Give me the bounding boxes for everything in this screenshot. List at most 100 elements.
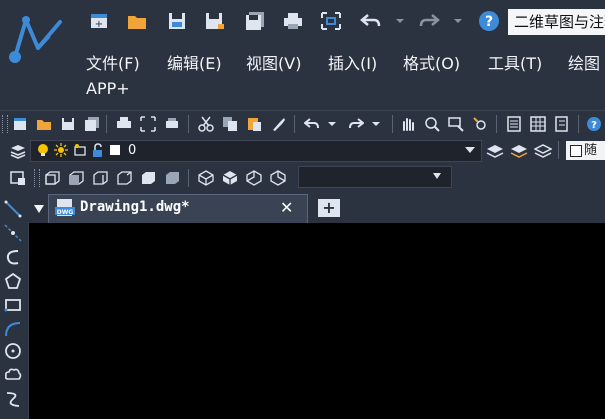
polygon-icon[interactable] (4, 272, 22, 290)
redo-dropdown-icon[interactable] (450, 8, 466, 34)
circle-icon[interactable] (4, 342, 22, 360)
menu-app[interactable]: APP+ (86, 79, 130, 98)
construction-line-icon[interactable] (4, 224, 22, 242)
line-icon[interactable] (4, 200, 22, 218)
svg-text:?: ? (591, 120, 597, 131)
redo-icon[interactable] (348, 116, 364, 132)
paste-icon[interactable] (246, 116, 262, 132)
save-all-icon[interactable] (242, 8, 268, 34)
polyline-icon[interactable] (4, 248, 22, 266)
dwg-file-icon: DWG (55, 199, 75, 216)
print-icon[interactable] (116, 116, 132, 132)
menu-insert[interactable]: 插入(I) (328, 50, 377, 74)
menu-file[interactable]: 文件(F) (86, 50, 140, 74)
save-all-icon[interactable] (84, 116, 100, 132)
new-tab-button[interactable]: + (318, 199, 340, 217)
separator (392, 115, 393, 133)
toolbar-grip[interactable] (2, 115, 8, 133)
rectangle-icon[interactable] (4, 296, 22, 314)
nw-isometric-icon[interactable] (270, 170, 286, 186)
back-view-icon[interactable] (164, 170, 180, 186)
viewport-freeze-icon[interactable] (73, 143, 87, 157)
color-swatch (570, 145, 582, 157)
unlock-icon[interactable] (91, 143, 105, 157)
menu-edit[interactable]: 编辑(E) (167, 50, 222, 74)
redo-icon[interactable] (416, 8, 442, 34)
left-view-icon[interactable] (92, 170, 108, 186)
plot-icon[interactable] (164, 116, 180, 132)
front-view-icon[interactable] (140, 170, 156, 186)
svg-text:+: + (95, 19, 103, 30)
zoom-window-icon[interactable] (448, 116, 464, 132)
se-isometric-icon[interactable] (222, 170, 238, 186)
cut-icon[interactable] (198, 116, 214, 132)
open-folder-icon[interactable] (36, 116, 52, 132)
save-as-icon[interactable] (202, 8, 228, 34)
chevron-down-icon[interactable] (464, 145, 476, 155)
zoom-previous-icon[interactable] (472, 116, 488, 132)
sun-thaw-icon[interactable] (54, 143, 68, 157)
save-icon[interactable] (164, 8, 190, 34)
color-control[interactable]: 随 (566, 141, 605, 160)
layer-previous-icon[interactable] (510, 142, 528, 158)
help-icon[interactable]: ? (586, 116, 602, 132)
plus-icon: + (322, 198, 336, 217)
layer-manager-icon[interactable] (10, 143, 26, 159)
undo-dropdown-icon[interactable] (324, 116, 340, 132)
separator (558, 141, 559, 159)
menu-draw[interactable]: 绘图 (568, 50, 600, 74)
drawing-canvas[interactable] (29, 223, 605, 419)
save-icon[interactable] (60, 116, 76, 132)
current-layer-name: 0 (128, 143, 137, 158)
draw-toolbar (0, 192, 29, 419)
toolbar-grip[interactable] (34, 169, 40, 187)
svg-text:?: ? (485, 14, 493, 30)
redo-dropdown-icon[interactable] (368, 116, 384, 132)
menu-bar: 文件(F) 编辑(E) 视图(V) 插入(I) 格式(O) 工具(T) 绘图 A… (76, 44, 605, 104)
revision-cloud-icon[interactable] (4, 366, 22, 384)
tool-palette-icon[interactable] (554, 116, 570, 132)
copy-icon[interactable] (222, 116, 238, 132)
spline-icon[interactable] (4, 390, 22, 408)
chevron-down-icon[interactable] (432, 172, 442, 180)
properties-icon[interactable] (506, 116, 522, 132)
layer-states-icon[interactable] (534, 142, 552, 158)
undo-icon[interactable] (304, 116, 320, 132)
menu-view[interactable]: 视图(V) (246, 50, 301, 74)
lightbulb-on-icon[interactable] (36, 143, 50, 157)
svg-text:DWG: DWG (57, 209, 74, 216)
bottom-view-icon[interactable] (68, 170, 84, 186)
help-icon[interactable]: ? (476, 8, 502, 34)
arc-icon[interactable] (4, 320, 22, 338)
menu-tools[interactable]: 工具(T) (488, 50, 542, 74)
print-icon[interactable] (280, 8, 306, 34)
new-file-icon[interactable]: + (86, 8, 112, 34)
new-file-icon[interactable] (12, 116, 28, 132)
design-center-icon[interactable] (530, 116, 546, 132)
named-views-icon[interactable] (10, 170, 26, 186)
separator (294, 115, 295, 133)
zoom-realtime-icon[interactable] (424, 116, 440, 132)
separator (188, 115, 189, 133)
make-current-layer-icon[interactable] (486, 142, 504, 158)
print-preview-icon[interactable] (140, 116, 156, 132)
right-view-icon[interactable] (116, 170, 132, 186)
pan-hand-icon[interactable] (400, 116, 416, 132)
tab-label: Drawing1.dwg* (80, 199, 190, 215)
top-view-icon[interactable] (44, 170, 60, 186)
separator (496, 115, 497, 133)
gstarcad-logo[interactable] (0, 2, 76, 98)
view-dropdown[interactable] (298, 166, 452, 188)
menu-format[interactable]: 格式(O) (403, 50, 460, 74)
tab-list-dropdown-icon[interactable] (33, 204, 45, 214)
undo-dropdown-icon[interactable] (392, 8, 408, 34)
sw-isometric-icon[interactable] (198, 170, 214, 186)
open-folder-icon[interactable] (124, 8, 150, 34)
color-label: 随 (584, 143, 598, 158)
close-icon[interactable]: ✕ (280, 198, 293, 217)
workspace-selector[interactable]: 二维草图与注释 (508, 9, 605, 35)
match-properties-icon[interactable] (270, 116, 286, 132)
zoom-extents-icon[interactable] (318, 8, 344, 34)
ne-isometric-icon[interactable] (246, 170, 262, 186)
undo-icon[interactable] (358, 8, 384, 34)
